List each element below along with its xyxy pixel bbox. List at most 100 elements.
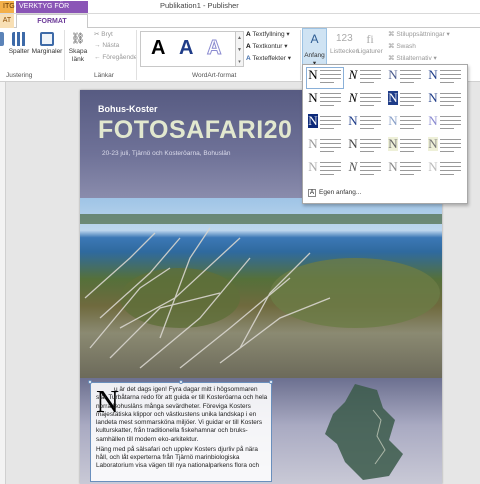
stylistic-sets-button[interactable]: ⌘ Stiluppsättningar ▾ [388,30,450,38]
align-icon [0,32,4,46]
drop-cap-style-option[interactable]: N [347,91,383,111]
text-fill-button[interactable]: A Textfyllning ▾ [246,30,290,38]
previous-button[interactable]: ← Föregående [94,54,137,61]
preview-text-line [400,74,421,75]
drop-cap-style-option[interactable]: N [387,160,423,180]
landscape-photo[interactable] [80,198,442,378]
drop-cap-preview-letter: N [348,136,358,151]
preview-text-line [440,74,461,75]
preview-text-line [400,124,421,125]
drop-cap-preview-letter: N [388,136,398,151]
columns-button[interactable]: Spalter [6,32,32,56]
custom-drop-cap-button[interactable]: Egen anfang... [319,189,361,196]
preview-text-line [400,166,421,167]
preview-text-line [360,124,381,125]
context-tab-drawing[interactable]: ITG [0,1,15,13]
break-link-button[interactable]: ✂ Bryt [94,30,113,38]
page-title[interactable]: FOTOSAFARI20 [98,116,292,145]
event-subtitle[interactable]: 20-23 juli, Tjärnö och Kosteröarna, Bohu… [102,150,231,157]
resize-handle[interactable] [88,380,92,384]
drop-cap-style-option[interactable]: N [347,160,383,180]
drop-cap-style-option[interactable]: N [307,114,343,134]
gallery-scroll[interactable]: ▲ ▼ ▾ [236,31,244,67]
drop-cap-style-option[interactable]: N [387,91,423,111]
create-link-button[interactable]: ⛓ Skapa länk [66,32,90,64]
drop-cap-preview-letter: N [388,67,398,82]
text-outline-button[interactable]: A Textkontur ▾ [246,42,287,50]
drop-cap-style-option[interactable]: N [347,68,383,88]
preview-text-line [360,93,381,94]
preview-text-line [440,101,461,102]
preview-text-line [440,105,454,106]
brand-heading[interactable]: Bohus-Koster [98,104,158,114]
preview-text-line [360,166,381,167]
drop-cap-style-option[interactable]: N [427,91,463,111]
preview-text-line [320,116,341,117]
preview-text-line [320,166,341,167]
text-effects-button[interactable]: A Texteffekter ▾ [246,54,291,62]
preview-text-line [400,97,421,98]
resize-handle[interactable] [179,380,183,384]
preview-text-line [400,170,421,171]
resize-handle[interactable] [269,380,273,384]
drop-cap-preview-letter: N [348,159,358,174]
wordart-style-black[interactable]: A [151,37,165,60]
wordart-style-gallery[interactable]: A A A [140,31,236,67]
chain-link-icon: ⛓ [71,33,85,45]
drop-cap-style-option[interactable]: N [347,137,383,157]
wordart-style-outline[interactable]: A [206,37,221,60]
preview-text-line [440,78,461,79]
article-body[interactable]: u är det dags igen! Fyra dagar mitt i hö… [96,386,268,472]
drop-cap-preview-letter: N [348,113,358,128]
preview-text-line [360,162,381,163]
drop-cap-style-option[interactable]: N [427,137,463,157]
drop-cap-style-option[interactable]: N [387,137,423,157]
drop-cap-style-option[interactable]: N [307,137,343,157]
ligatures-button[interactable]: fi Ligaturer [356,32,384,56]
preview-text-line [400,70,421,71]
preview-text-line [320,139,341,140]
drop-cap-style-option[interactable]: N [306,67,344,89]
stylistic-alternates-button[interactable]: ⌘ Stilalternativ ▾ [388,54,437,62]
context-tab-textbox-tools[interactable]: VERKTYG FÖR TEXTRUTA [16,1,88,22]
preview-text-line [360,105,374,106]
text-outline-label: Textkontur [252,43,283,50]
preview-text-line [400,151,414,152]
preview-text-line [440,143,461,144]
preview-text-line [320,93,341,94]
drop-cap-style-option[interactable]: N [387,114,423,134]
drop-cap-preview-letter: N [428,67,438,82]
article-text-frame[interactable]: N u är det dags igen! Fyra dagar mitt i … [88,380,273,482]
wordart-style-blue[interactable]: A [179,37,193,60]
stylistic-sets-label: Stiluppsättningar [396,31,445,38]
preview-text-line [440,162,461,163]
preview-text-line [320,120,341,121]
next-button[interactable]: → Nästa [94,42,119,49]
drop-cap-style-option[interactable]: N [427,68,463,88]
preview-text-line [400,82,414,83]
number-style-button[interactable]: 123 Listtecken [330,32,359,56]
margins-button[interactable]: Marginaler [30,32,64,56]
preview-text-line [440,116,461,117]
preview-text-line [320,162,341,163]
custom-drop-cap-icon: A [308,189,316,197]
preview-text-line [440,147,461,148]
drop-cap-preview-letter: N [428,159,438,174]
drop-cap-style-option[interactable]: N [307,91,343,111]
tab-format-drawing[interactable]: AT [0,14,14,28]
group-divider [136,30,137,80]
drop-cap-style-option[interactable]: N [427,114,463,134]
swash-button[interactable]: ⌘ Swash [388,42,416,50]
drop-cap-style-option[interactable]: N [387,68,423,88]
preview-text-line [440,170,461,171]
drop-cap-style-option[interactable]: N [427,160,463,180]
drop-cap-style-option[interactable]: N [307,160,343,180]
preview-text-line [400,105,414,106]
preview-text-line [320,70,341,71]
preview-text-line [360,82,374,83]
preview-text-line [400,147,421,148]
preview-text-line [320,74,341,75]
window-title: Publikation1 - Publisher [160,1,239,10]
tab-format[interactable]: FORMAT [16,14,88,28]
drop-cap-style-option[interactable]: N [347,114,383,134]
